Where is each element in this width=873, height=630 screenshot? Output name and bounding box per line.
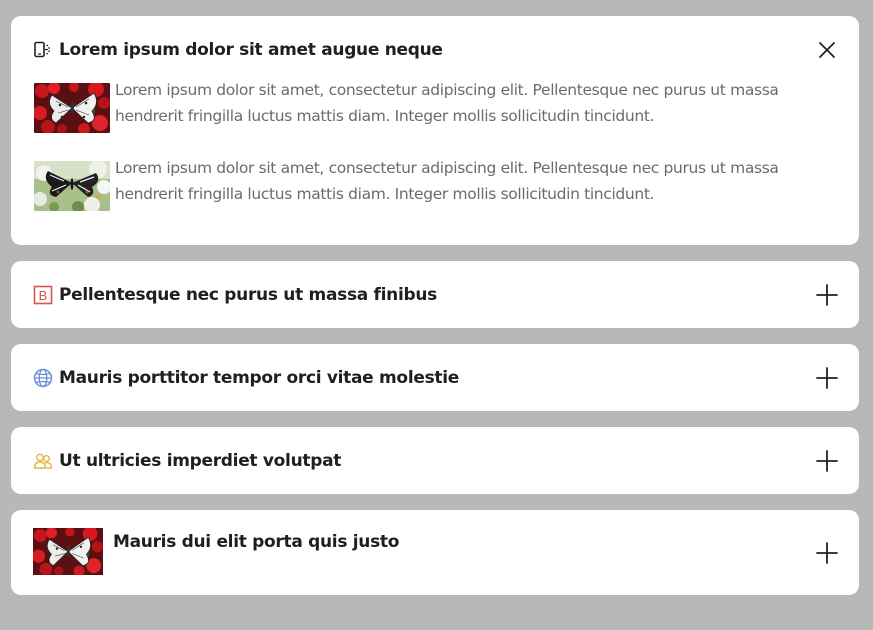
accordion-title-5: Mauris dui elit porta quis justo: [113, 532, 400, 552]
plus-icon[interactable]: [815, 449, 839, 473]
accordion-header-3[interactable]: Mauris porttitor tempor orci vitae moles…: [11, 344, 859, 411]
users-icon: [33, 451, 53, 471]
butterfly-red-flowers-image: [33, 528, 103, 575]
accordion-header-2[interactable]: B Pellentesque nec purus ut massa finibu…: [11, 261, 859, 328]
accordion: Lorem ipsum dolor sit amet augue neque L…: [11, 16, 859, 611]
media-text-2: Lorem ipsum dolor sit amet, consectetur …: [115, 159, 779, 203]
butterfly-red-flowers-image: [34, 83, 110, 133]
accordion-header-1[interactable]: Lorem ipsum dolor sit amet augue neque: [11, 16, 859, 83]
accordion-title-4: Ut ultricies imperdiet volutpat: [59, 450, 342, 471]
accordion-panel-4: Ut ultricies imperdiet volutpat: [11, 427, 859, 494]
accordion-title-3: Mauris porttitor tempor orci vitae moles…: [59, 367, 459, 388]
plus-icon[interactable]: [815, 283, 839, 307]
accordion-title-1: Lorem ipsum dolor sit amet augue neque: [59, 39, 443, 60]
accordion-panel-2: B Pellentesque nec purus ut massa finibu…: [11, 261, 859, 328]
mobile-sync-icon: [33, 40, 53, 60]
accordion-title-2: Pellentesque nec purus ut massa finibus: [59, 284, 437, 305]
accordion-header-5[interactable]: Mauris dui elit porta quis justo: [11, 510, 859, 595]
close-icon[interactable]: [815, 38, 839, 62]
bold-letter-icon: B: [33, 285, 53, 305]
media-item-2: Lorem ipsum dolor sit amet, consectetur …: [34, 159, 837, 211]
accordion-panel-3: Mauris porttitor tempor orci vitae moles…: [11, 344, 859, 411]
svg-text:B: B: [39, 288, 48, 303]
plus-icon[interactable]: [815, 541, 839, 565]
globe-icon: [33, 368, 53, 388]
plus-icon[interactable]: [815, 366, 839, 390]
accordion-body-1: Lorem ipsum dolor sit amet, consectetur …: [11, 81, 859, 245]
accordion-header-4[interactable]: Ut ultricies imperdiet volutpat: [11, 427, 859, 494]
accordion-panel-1: Lorem ipsum dolor sit amet augue neque L…: [11, 16, 859, 245]
media-item-1: Lorem ipsum dolor sit amet, consectetur …: [34, 81, 837, 133]
media-text-1: Lorem ipsum dolor sit amet, consectetur …: [115, 81, 779, 125]
accordion-panel-5: Mauris dui elit porta quis justo: [11, 510, 859, 595]
butterfly-white-flowers-image: [34, 161, 110, 211]
